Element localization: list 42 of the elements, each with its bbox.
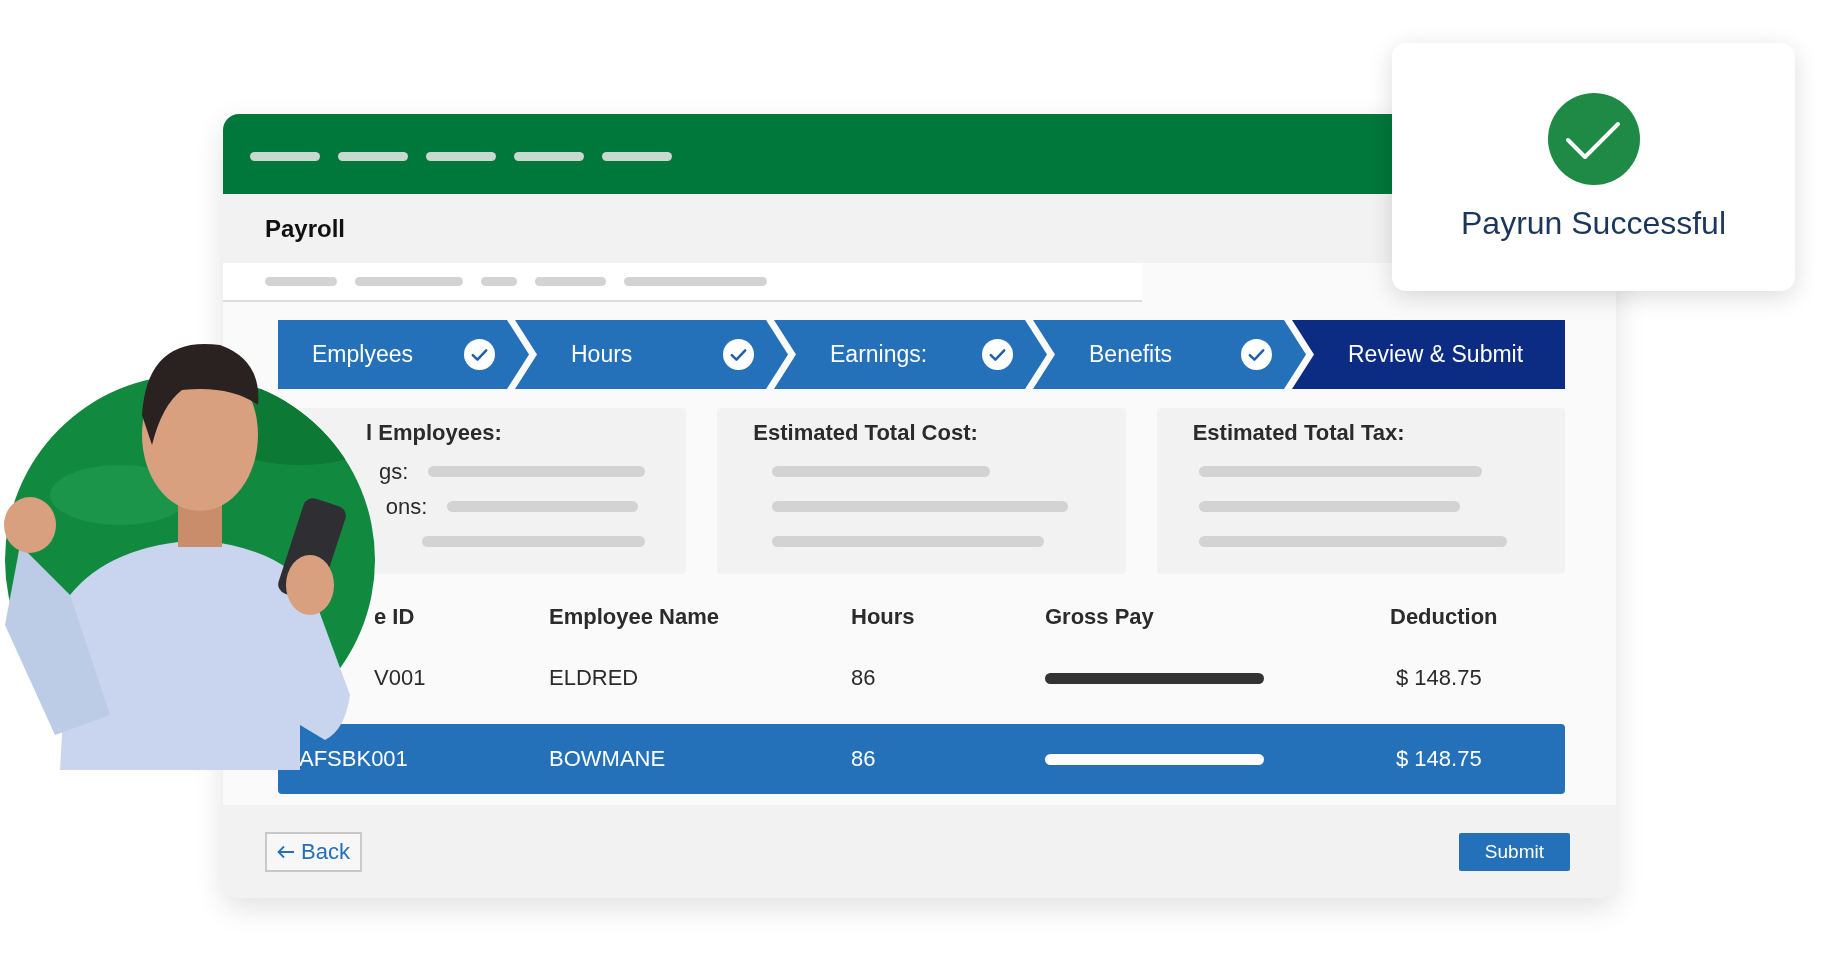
table-row[interactable]: AFSBK001 BOWMANE 86 $ 148.75: [278, 724, 1565, 794]
table-cell-text: BOWMANE: [549, 746, 667, 772]
check-icon: [982, 339, 1013, 370]
placeholder-line: [535, 277, 606, 286]
wizard-step[interactable]: Review & Submit: [1292, 320, 1565, 389]
nav-placeholder-line: [250, 151, 320, 161]
table-cell-text: V001: [373, 665, 427, 691]
placeholder-line: [481, 277, 517, 286]
card-label: gs:: [378, 458, 409, 485]
nav-placeholder-line: [338, 151, 408, 161]
column-header: Employee Name: [549, 604, 720, 630]
card-title: Estimated Total Tax:: [1192, 420, 1405, 446]
table-cell-text: 86: [851, 665, 877, 691]
column-header: Hours: [851, 604, 916, 630]
submit-button[interactable]: Submit: [1458, 832, 1570, 871]
back-button[interactable]: Back: [265, 831, 362, 872]
check-icon: [1241, 339, 1272, 370]
table-cell-text: $ 148.75: [1395, 746, 1483, 772]
wizard-step[interactable]: Hours: [515, 320, 788, 389]
card-title: Estimated Total Cost:: [753, 420, 978, 446]
card-label: ons:: [385, 493, 428, 520]
column-header: Gross Pay: [1045, 604, 1155, 630]
placeholder-line: [265, 277, 337, 286]
column-header: Deduction: [1390, 604, 1499, 630]
check-icon: [1547, 92, 1640, 185]
arrow-left-icon: [277, 844, 295, 859]
table-cell-text: 86: [851, 746, 877, 772]
column-header: e ID: [373, 604, 416, 630]
nav-placeholder-line: [426, 151, 496, 161]
nav-placeholder-line: [602, 151, 672, 161]
card-title: l Employees:: [366, 420, 502, 446]
check-icon: [464, 339, 495, 370]
page-title: Payroll: [265, 214, 346, 243]
check-icon: [723, 339, 754, 370]
toast-message: Payrun Successful: [1461, 204, 1726, 242]
wizard-step[interactable]: Emplyees: [278, 320, 529, 389]
table-cell-text: AFSBK001: [299, 746, 409, 772]
table-cell-text: $ 148.75: [1395, 665, 1483, 691]
wizard-step[interactable]: Benefits: [1033, 320, 1306, 389]
table-cell-text: ELDRED: [549, 665, 640, 691]
wizard-step[interactable]: Earnings:: [774, 320, 1047, 389]
nav-placeholder-line: [514, 151, 584, 161]
